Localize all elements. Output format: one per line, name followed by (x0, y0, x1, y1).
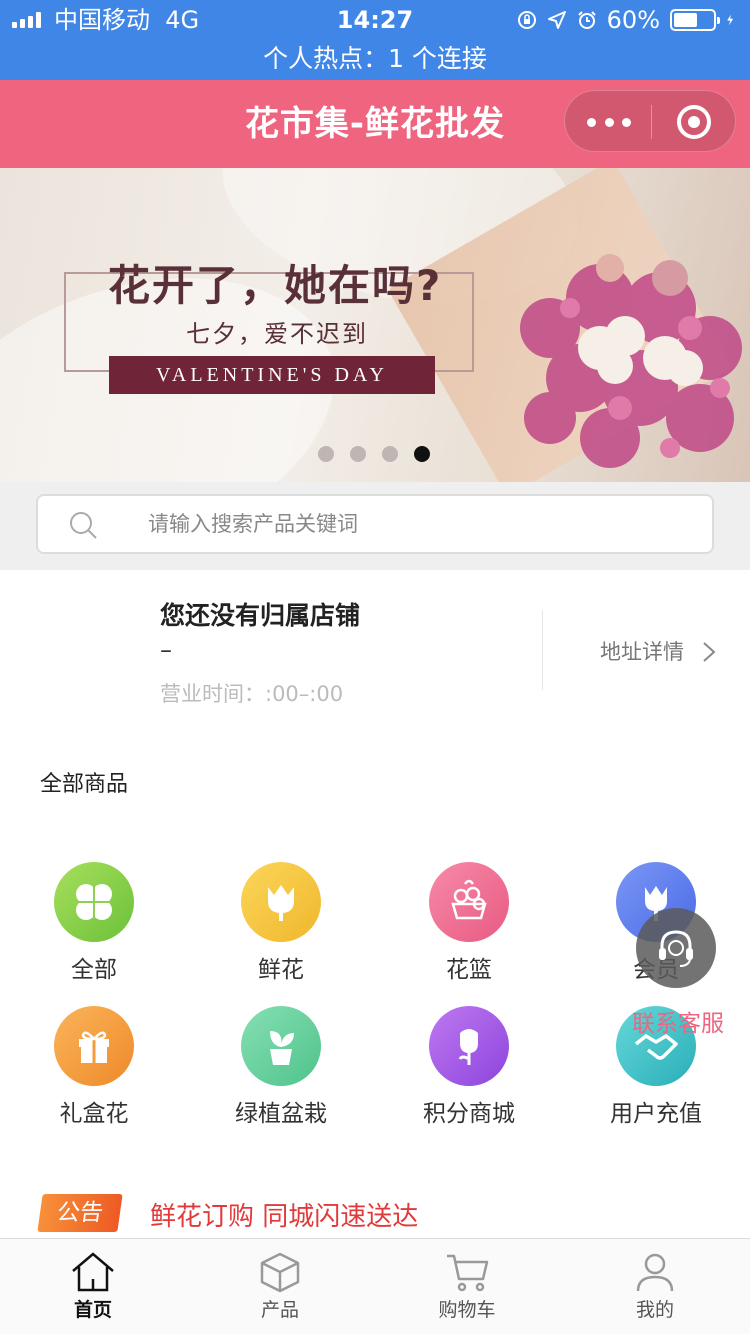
tab-label: 首页 (73, 1299, 112, 1321)
search-box[interactable] (36, 494, 714, 554)
search-icon (70, 512, 97, 539)
flower-basket-icon (429, 862, 509, 942)
more-icon[interactable] (587, 91, 631, 153)
all-products-heading: 全部商品 (40, 772, 129, 797)
category-all[interactable]: 全部 (14, 862, 174, 984)
rotation-lock-icon (517, 11, 536, 29)
banner-headline: 花开了，她在吗? (108, 261, 443, 310)
tab-label: 我的 (635, 1299, 674, 1321)
category-flower-basket[interactable]: 花篮 (389, 862, 549, 984)
tab-home[interactable]: 首页 (33, 1239, 153, 1334)
cart-icon (447, 1254, 489, 1292)
tab-profile[interactable]: 我的 (595, 1239, 715, 1334)
category-label: 用户充值 (610, 1101, 702, 1127)
category-label: 花篮 (446, 957, 492, 983)
carousel-dot[interactable] (318, 446, 334, 462)
category-points-mall[interactable]: 积分商城 (389, 1006, 549, 1128)
announcement-text: 鲜花订购 同城闪速送达 (150, 1202, 419, 1232)
category-label: 礼盒花 (59, 1101, 129, 1127)
search-section (0, 482, 750, 570)
category-fresh-flowers[interactable]: 鲜花 (201, 862, 361, 984)
gift-box-icon (54, 1006, 134, 1086)
location-icon (547, 11, 566, 29)
category-label: 绿植盆栽 (235, 1101, 327, 1127)
hotspot-banner[interactable]: 个人热点：1 个连接 (0, 40, 750, 80)
alarm-icon (577, 11, 596, 29)
carousel-dot-active[interactable] (414, 446, 430, 462)
store-address: – (160, 636, 172, 664)
battery-percent: 60% (606, 6, 660, 34)
tulip-icon (241, 862, 321, 942)
mini-program-capsule (564, 90, 736, 152)
carousel-indicator (318, 446, 430, 462)
banner-carousel[interactable]: 花开了，她在吗? 七夕，爱不迟到 VALENTINE'S DAY (0, 168, 750, 482)
carousel-dot[interactable] (382, 446, 398, 462)
announcement-bar[interactable]: 公告 鲜花订购 同城闪速送达 (0, 1188, 750, 1238)
bouquet-illustration (520, 254, 742, 468)
tab-bar: 首页 产品 购物车 我的 (0, 1238, 750, 1334)
category-label: 积分商城 (423, 1101, 515, 1127)
tab-products[interactable]: 产品 (220, 1239, 340, 1334)
store-name: 您还没有归属店铺 (160, 601, 361, 630)
rose-icon (429, 1006, 509, 1086)
headset-icon (659, 930, 693, 967)
chevron-right-icon[interactable] (700, 640, 718, 664)
store-info: 您还没有归属店铺 – 营业时间：:00–:00 地址详情 (0, 570, 750, 730)
home-icon (72, 1252, 114, 1292)
status-bar: 中国移动 4G 14:27 60% 个人热点：1 个连接 (0, 0, 750, 80)
banner-tag: VALENTINE'S DAY (109, 356, 435, 394)
title-bar: 花市集-鲜花批发 (0, 80, 750, 168)
clover-icon (54, 862, 134, 942)
tab-label: 购物车 (438, 1299, 496, 1321)
store-hours: 营业时间：:00–:00 (160, 682, 344, 706)
close-mini-program-icon[interactable] (677, 105, 711, 139)
contact-service-button[interactable] (636, 908, 716, 988)
contact-service-label[interactable]: 联系客服 (632, 1004, 724, 1038)
category-label: 全部 (71, 957, 117, 983)
tab-cart[interactable]: 购物车 (407, 1239, 527, 1334)
category-potted-plants[interactable]: 绿植盆栽 (201, 1006, 361, 1128)
charging-icon (727, 14, 734, 26)
address-detail-link[interactable]: 地址详情 (600, 636, 684, 666)
battery-icon (670, 9, 720, 31)
carousel-dot[interactable] (350, 446, 366, 462)
tab-label: 产品 (260, 1299, 299, 1321)
banner-subline: 七夕，爱不迟到 (186, 320, 368, 348)
announcement-tag: 公告 (37, 1194, 123, 1232)
potted-plant-icon (241, 1006, 321, 1086)
box-icon (260, 1252, 300, 1293)
category-gift-box[interactable]: 礼盒花 (14, 1006, 174, 1128)
search-input[interactable] (148, 496, 688, 552)
category-label: 鲜花 (258, 957, 304, 983)
user-icon (636, 1253, 674, 1292)
